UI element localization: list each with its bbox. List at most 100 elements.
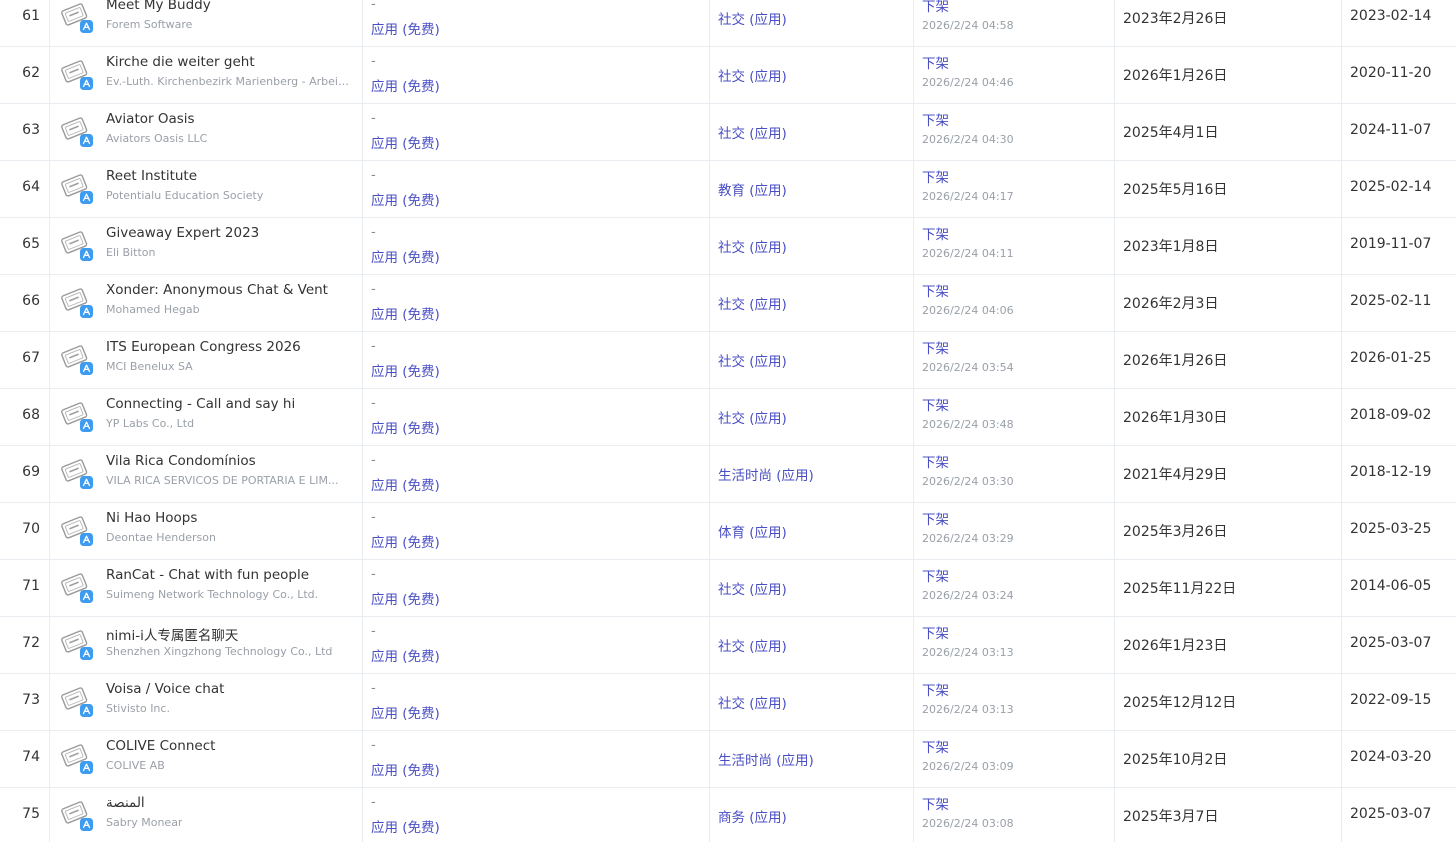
status-link[interactable]: 下架 <box>922 508 949 528</box>
app-name-link[interactable]: Vila Rica Condomínios <box>106 453 256 469</box>
price-link[interactable]: 应用 (免费) <box>371 588 440 608</box>
removed-app-stamp-icon[interactable] <box>60 741 94 775</box>
category-link[interactable]: 社交 (应用) <box>718 65 787 85</box>
removed-app-stamp-icon[interactable] <box>60 171 94 205</box>
app-cell[interactable]: Connecting - Call and say hi YP Labs Co.… <box>50 389 363 446</box>
app-cell[interactable]: Giveaway Expert 2023 Eli Bitton <box>50 218 363 275</box>
category-link[interactable]: 社交 (应用) <box>718 236 787 256</box>
table-row: 65 Giveaway Expert 2023 Eli Bitton - 应用 … <box>0 218 1456 275</box>
removed-app-stamp-icon[interactable] <box>60 570 94 604</box>
status-link[interactable]: 下架 <box>922 0 949 15</box>
app-name-link[interactable]: Connecting - Call and say hi <box>106 396 295 412</box>
status-time: 2026/2/24 04:06 <box>922 304 1014 317</box>
category-link[interactable]: 社交 (应用) <box>718 293 787 313</box>
removed-app-stamp-icon[interactable] <box>60 114 94 148</box>
status-link[interactable]: 下架 <box>922 223 949 243</box>
status-link[interactable]: 下架 <box>922 166 949 186</box>
app-name-link[interactable]: Giveaway Expert 2023 <box>106 225 259 241</box>
app-cell[interactable]: nimi-i人专属匿名聊天 Shenzhen Xingzhong Technol… <box>50 617 363 674</box>
app-cell[interactable]: المنصة Sabry Monear <box>50 788 363 842</box>
price-link[interactable]: 应用 (免费) <box>371 360 440 380</box>
app-name-link[interactable]: Voisa / Voice chat <box>106 681 224 697</box>
status-link[interactable]: 下架 <box>922 109 949 129</box>
status-link[interactable]: 下架 <box>922 622 949 642</box>
removed-app-stamp-icon[interactable] <box>60 399 94 433</box>
category-link[interactable]: 教育 (应用) <box>718 179 787 199</box>
app-name-link[interactable]: ITS European Congress 2026 <box>106 339 301 355</box>
price-link[interactable]: 应用 (免费) <box>371 303 440 323</box>
app-name-link[interactable]: Ni Hao Hoops <box>106 510 197 526</box>
app-name-link[interactable]: COLIVE Connect <box>106 738 215 754</box>
app-cell[interactable]: Kirche die weiter geht Ev.-Luth. Kirchen… <box>50 47 363 104</box>
app-name-link[interactable]: Kirche die weiter geht <box>106 54 255 70</box>
status-link[interactable]: 下架 <box>922 679 949 699</box>
price-link[interactable]: 应用 (免费) <box>371 702 440 722</box>
app-cell[interactable]: ITS European Congress 2026 MCI Benelux S… <box>50 332 363 389</box>
price-link[interactable]: 应用 (免费) <box>371 474 440 494</box>
updated-cell: 2025年12月12日 <box>1115 674 1342 731</box>
category-link[interactable]: 社交 (应用) <box>718 8 787 28</box>
app-name-link[interactable]: nimi-i人专属匿名聊天 <box>106 624 238 644</box>
price-link[interactable]: 应用 (免费) <box>371 18 440 38</box>
app-name-link[interactable]: Meet My Buddy <box>106 0 211 13</box>
removed-app-stamp-icon[interactable] <box>60 342 94 376</box>
category-link[interactable]: 社交 (应用) <box>718 350 787 370</box>
status-link[interactable]: 下架 <box>922 565 949 585</box>
category-link[interactable]: 生活时尚 (应用) <box>718 749 814 769</box>
removed-app-stamp-icon[interactable] <box>60 627 94 661</box>
removed-app-stamp-icon[interactable] <box>60 456 94 490</box>
status-link[interactable]: 下架 <box>922 736 949 756</box>
status-link[interactable]: 下架 <box>922 52 949 72</box>
app-name-link[interactable]: Xonder: Anonymous Chat & Vent <box>106 282 328 298</box>
app-cell[interactable]: Vila Rica Condomínios VILA RICA SERVICOS… <box>50 446 363 503</box>
category-link[interactable]: 社交 (应用) <box>718 578 787 598</box>
category-cell: 生活时尚 (应用) <box>710 731 914 788</box>
status-link[interactable]: 下架 <box>922 337 949 357</box>
app-cell[interactable]: Aviator Oasis Aviators Oasis LLC <box>50 104 363 161</box>
updated-date: 2026年1月26日 <box>1123 353 1228 369</box>
status-link[interactable]: 下架 <box>922 793 949 813</box>
release-date: 2025-02-14 <box>1350 179 1432 195</box>
price-link[interactable]: 应用 (免费) <box>371 75 440 95</box>
removed-app-stamp-icon[interactable] <box>60 228 94 262</box>
price-link[interactable]: 应用 (免费) <box>371 417 440 437</box>
price-link[interactable]: 应用 (免费) <box>371 759 440 779</box>
removed-app-stamp-icon[interactable] <box>60 684 94 718</box>
price-link[interactable]: 应用 (免费) <box>371 645 440 665</box>
status-link[interactable]: 下架 <box>922 451 949 471</box>
price-link[interactable]: 应用 (免费) <box>371 246 440 266</box>
app-cell[interactable]: RanCat - Chat with fun people Suimeng Ne… <box>50 560 363 617</box>
category-link[interactable]: 社交 (应用) <box>718 635 787 655</box>
updated-cell: 2025年3月26日 <box>1115 503 1342 560</box>
price-link[interactable]: 应用 (免费) <box>371 189 440 209</box>
category-link[interactable]: 社交 (应用) <box>718 122 787 142</box>
app-cell[interactable]: Ni Hao Hoops Deontae Henderson <box>50 503 363 560</box>
removed-app-stamp-icon[interactable] <box>60 0 94 34</box>
price-dash: - <box>371 339 376 354</box>
category-link[interactable]: 社交 (应用) <box>718 692 787 712</box>
app-cell[interactable]: Reet Institute Potentialu Education Soci… <box>50 161 363 218</box>
category-link[interactable]: 社交 (应用) <box>718 407 787 427</box>
category-link[interactable]: 体育 (应用) <box>718 521 787 541</box>
app-name-link[interactable]: المنصة <box>106 795 145 811</box>
status-link[interactable]: 下架 <box>922 394 949 414</box>
removed-app-stamp-icon[interactable] <box>60 57 94 91</box>
app-cell[interactable]: Meet My Buddy Forem Software <box>50 0 363 47</box>
price-link[interactable]: 应用 (免费) <box>371 531 440 551</box>
app-cell[interactable]: COLIVE Connect COLIVE AB <box>50 731 363 788</box>
price-link[interactable]: 应用 (免费) <box>371 816 440 836</box>
status-link[interactable]: 下架 <box>922 280 949 300</box>
app-cell[interactable]: Xonder: Anonymous Chat & Vent Mohamed He… <box>50 275 363 332</box>
removed-app-stamp-icon[interactable] <box>60 798 94 832</box>
removed-app-stamp-icon[interactable] <box>60 513 94 547</box>
updated-date: 2025年10月2日 <box>1123 752 1228 768</box>
app-name-link[interactable]: RanCat - Chat with fun people <box>106 567 309 583</box>
app-name-link[interactable]: Reet Institute <box>106 168 197 184</box>
category-link[interactable]: 商务 (应用) <box>718 806 787 826</box>
price-cell: - 应用 (免费) <box>363 275 710 332</box>
app-cell[interactable]: Voisa / Voice chat Stivisto Inc. <box>50 674 363 731</box>
removed-app-stamp-icon[interactable] <box>60 285 94 319</box>
category-link[interactable]: 生活时尚 (应用) <box>718 464 814 484</box>
price-link[interactable]: 应用 (免费) <box>371 132 440 152</box>
app-name-link[interactable]: Aviator Oasis <box>106 111 195 127</box>
